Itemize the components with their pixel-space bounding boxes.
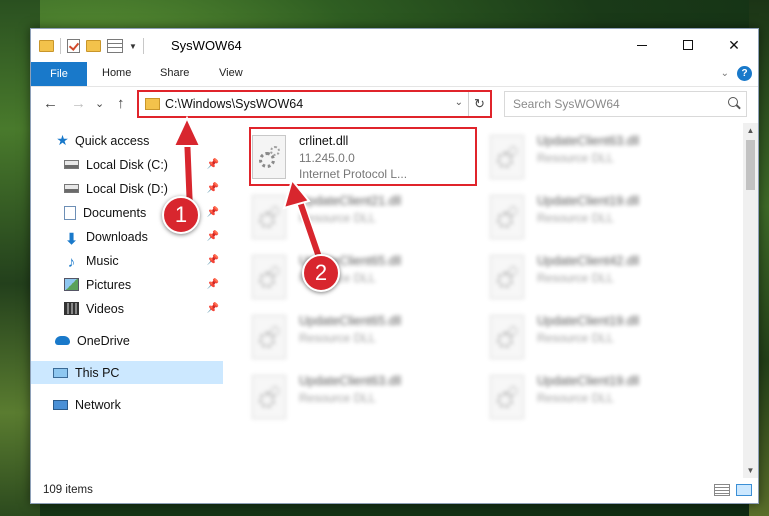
step-badge-1: 1	[162, 196, 200, 234]
annotation-overlay	[172, 115, 325, 265]
arrow-2	[282, 177, 325, 265]
step-badge-2: 2	[302, 254, 340, 292]
